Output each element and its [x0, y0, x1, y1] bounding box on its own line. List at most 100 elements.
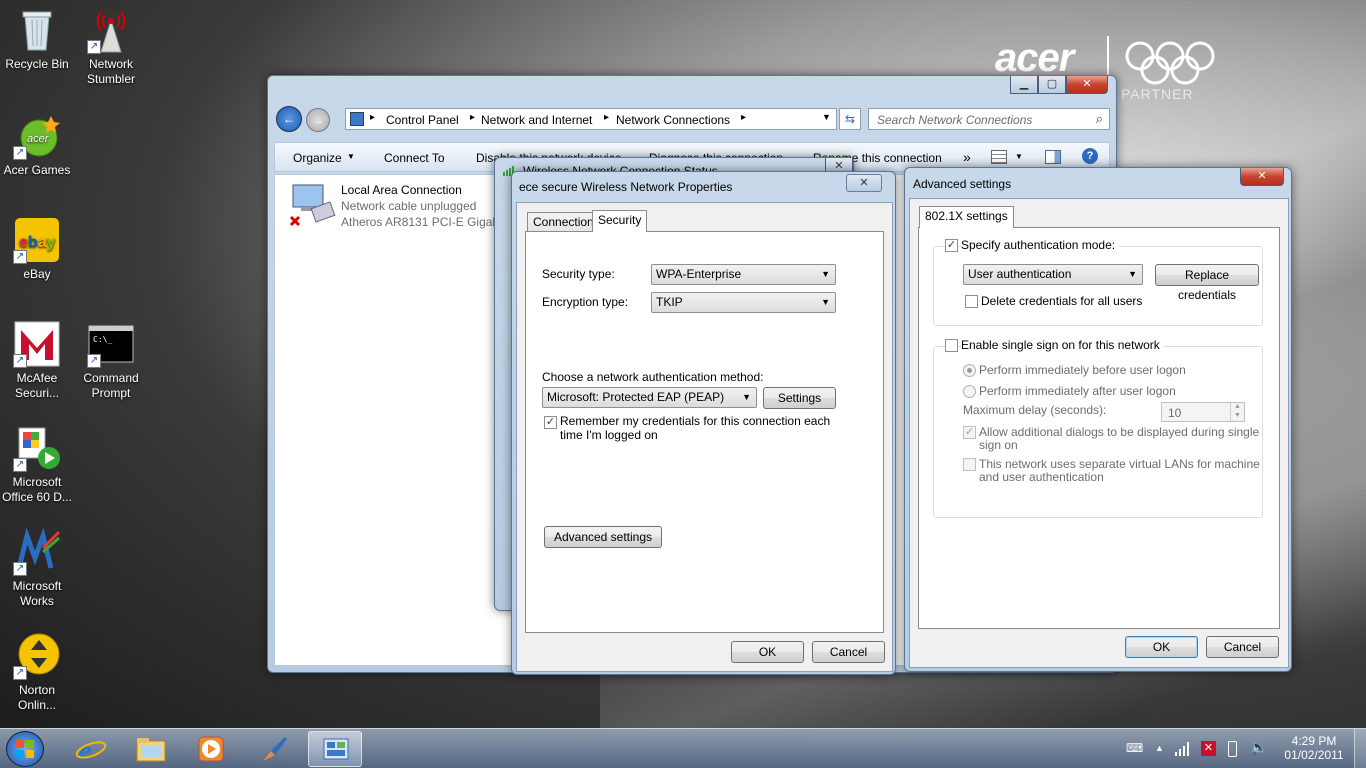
advanced-client: 802.1X settings ✓ Specify authentication… [909, 198, 1289, 668]
cancel-button[interactable]: Cancel [812, 641, 885, 663]
wireless-properties-window[interactable]: ece secure Wireless Network Properties ✕… [511, 171, 896, 675]
help-icon[interactable]: ? [1082, 148, 1098, 164]
refresh-icon[interactable]: ⇆ [839, 108, 861, 130]
specify-auth-checkbox[interactable]: ✓ [945, 239, 958, 252]
icon-label: Norton Onlin... [17, 683, 56, 712]
enable-sso-checkbox[interactable] [945, 339, 958, 352]
encryption-type-value: TKIP [656, 295, 683, 309]
desktop-icon-command-prompt[interactable]: C:\_ ↗ Command Prompt [74, 320, 148, 401]
dropdown-arrow-icon: ▼ [821, 297, 830, 307]
back-arrow-icon[interactable]: ← [276, 106, 302, 132]
spin-up-icon[interactable]: ▲ [1230, 403, 1244, 412]
shortcut-arrow-icon: ↗ [13, 666, 27, 680]
advanced-settings-button[interactable]: Advanced settings [544, 526, 662, 548]
maximize-button[interactable]: ▢ [1038, 76, 1066, 94]
dropdown-arrow-icon[interactable]: ▼ [1015, 152, 1023, 161]
svg-text:ebay: ebay [19, 234, 56, 251]
organize-menu[interactable]: Organize [293, 151, 342, 165]
tab-connection[interactable]: Connection [527, 212, 600, 232]
wireless-antenna-icon: ↗ [87, 6, 135, 54]
cancel-button[interactable]: Cancel [1206, 636, 1279, 658]
desktop-icon-norton[interactable]: ↗ Norton Onlin... [0, 632, 74, 713]
max-delay-spinner[interactable]: 10 ▲ ▼ [1161, 402, 1245, 422]
close-button[interactable]: ✕ [846, 174, 882, 192]
change-view-icon[interactable] [991, 150, 1007, 164]
windows-logo-icon [16, 740, 34, 758]
shortcut-arrow-icon: ↗ [13, 250, 27, 264]
paint-brush-icon [263, 737, 287, 761]
clock-time: 4:29 PM [1291, 734, 1337, 748]
delete-credentials-checkbox[interactable] [965, 295, 978, 308]
before-logon-radio[interactable] [963, 364, 976, 377]
desktop-icon-ebay[interactable]: ebay ↗ eBay [0, 216, 74, 282]
desktop-icon-recycle-bin[interactable]: Recycle Bin [0, 6, 74, 72]
encryption-type-label: Encryption type: [542, 295, 629, 309]
breadcrumb-chevron-icon: ▸ [604, 112, 610, 123]
show-hidden-icons-icon[interactable]: ▲ [1155, 743, 1164, 753]
icon-label: Microsoft Office 60 D... [2, 475, 72, 504]
replace-credentials-button[interactable]: Replace credentials [1155, 264, 1259, 302]
8021x-tab-pane: ✓ Specify authentication mode: User auth… [918, 227, 1280, 629]
taskbar-paint[interactable] [246, 731, 300, 767]
settings-button[interactable]: Settings [763, 387, 836, 409]
address-bar[interactable]: ▸ Control Panel ▸ Network and Internet ▸… [345, 108, 837, 130]
auth-mode-select[interactable]: User authentication ▼ [963, 264, 1143, 285]
desktop-icon-works[interactable]: ↗ Microsoft Works [0, 527, 74, 609]
breadcrumb-item[interactable]: Control Panel [386, 113, 459, 127]
control-panel-icon [350, 112, 364, 126]
connect-to-button[interactable]: Connect To [384, 151, 445, 165]
taskbar-windows-explorer[interactable] [124, 731, 178, 767]
icon-label: Microsoft Works [12, 579, 62, 608]
allow-dialogs-checkbox[interactable]: ✓ [963, 426, 976, 439]
taskbar-media-player[interactable] [184, 731, 238, 767]
control-panel-icon [323, 738, 349, 760]
tab-security[interactable]: Security [592, 210, 648, 232]
desktop-icon-acer-games[interactable]: acer ↗ Acer Games [0, 112, 74, 178]
dropdown-arrow-icon: ▼ [347, 152, 355, 161]
show-desktop-button[interactable] [1354, 729, 1366, 768]
microsoft-works-icon: ↗ [13, 527, 61, 576]
preview-pane-icon[interactable] [1045, 150, 1061, 164]
separate-vlan-checkbox[interactable] [963, 458, 976, 471]
separate-vlan-label: This network uses separate virtual LANs … [979, 457, 1260, 471]
breadcrumb-item[interactable]: Network Connections [616, 113, 730, 127]
start-button[interactable] [6, 731, 44, 767]
dropdown-arrow-icon[interactable]: ▼ [822, 112, 831, 122]
taskbar-control-panel[interactable] [308, 731, 362, 767]
security-type-select[interactable]: WPA-Enterprise ▼ [651, 264, 836, 285]
clock[interactable]: 4:29 PM 01/02/2011 [1280, 734, 1348, 762]
tab-8021x-settings[interactable]: 802.1X settings [919, 206, 1014, 228]
battery-icon[interactable] [1228, 741, 1237, 757]
close-button[interactable]: ✕ [1240, 168, 1284, 186]
ok-button[interactable]: OK [731, 641, 804, 663]
desktop-icon-mcafee[interactable]: ↗ McAfee Securi... [0, 320, 74, 401]
breadcrumb-chevron-icon: ▸ [470, 112, 476, 123]
search-icon[interactable]: ⌕ [1096, 111, 1103, 127]
keyboard-icon[interactable]: ⌨ [1126, 741, 1143, 755]
local-area-connection-item[interactable]: Local Area Connection Network cable unpl… [287, 181, 517, 231]
after-logon-radio[interactable] [963, 385, 976, 398]
auth-method-select[interactable]: Microsoft: Protected EAP (PEAP) ▼ [542, 387, 757, 408]
minimize-button[interactable]: ▁ [1010, 76, 1038, 94]
desktop-icon-office[interactable]: ↗ Microsoft Office 60 D... [0, 424, 74, 505]
window-title: Advanced settings [913, 177, 1012, 191]
search-box[interactable]: Search Network Connections ⌕ [868, 108, 1110, 130]
breadcrumb-chevron-icon: ▸ [370, 112, 376, 123]
more-commands-button[interactable]: » [963, 149, 971, 165]
encryption-type-select[interactable]: TKIP ▼ [651, 292, 836, 313]
taskbar: e ⌨ ▲ ✕ 🔈 4:29 PM 01/02/2011 [0, 728, 1366, 768]
network-signal-icon[interactable] [1175, 742, 1191, 756]
forward-arrow-icon[interactable]: → [306, 108, 330, 132]
spin-down-icon[interactable]: ▼ [1230, 412, 1244, 421]
mcafee-tray-icon[interactable]: ✕ [1201, 741, 1216, 756]
desktop-icon-network-stumbler[interactable]: ↗ Network Stumbler [74, 6, 148, 87]
shortcut-arrow-icon: ↗ [87, 354, 101, 368]
taskbar-internet-explorer[interactable]: e [64, 731, 118, 767]
ok-button[interactable]: OK [1125, 636, 1198, 658]
volume-icon[interactable]: 🔈 [1250, 739, 1267, 756]
close-button[interactable]: ✕ [1066, 76, 1108, 94]
shortcut-arrow-icon: ↗ [87, 40, 101, 54]
breadcrumb-item[interactable]: Network and Internet [481, 113, 592, 127]
remember-credentials-checkbox[interactable]: ✓ [544, 416, 557, 429]
advanced-settings-window[interactable]: Advanced settings ✕ 802.1X settings ✓ Sp… [904, 167, 1292, 672]
